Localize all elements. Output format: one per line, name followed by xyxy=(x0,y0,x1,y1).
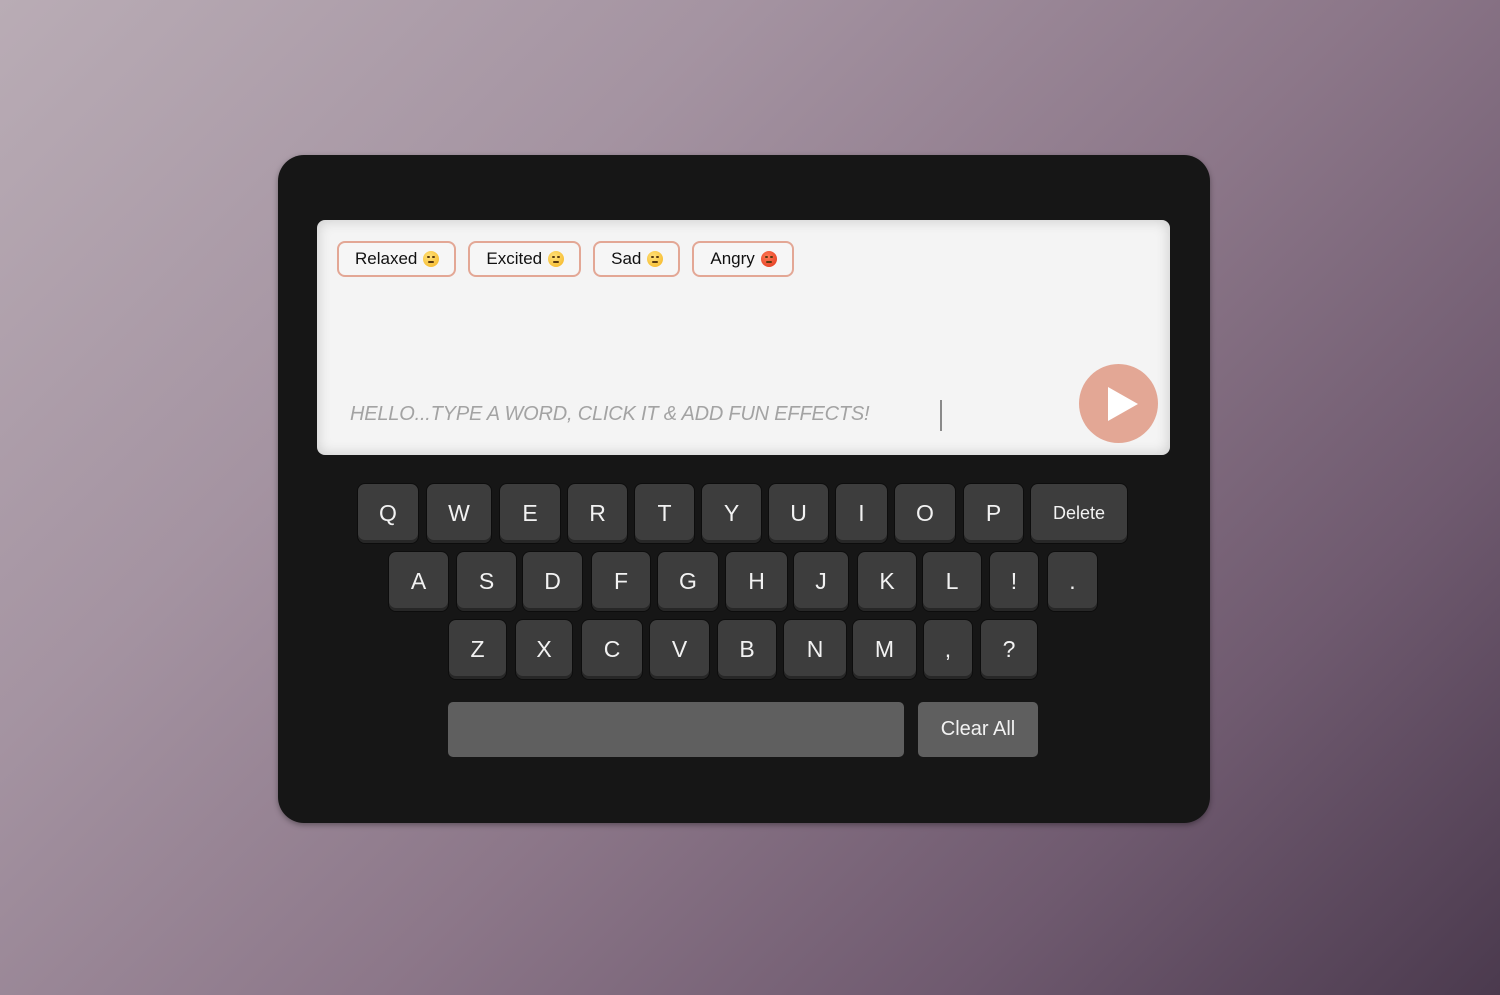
text-input-placeholder[interactable]: HELLO...TYPE A WORD, CLICK IT & ADD FUN … xyxy=(350,403,870,426)
key-g[interactable]: G xyxy=(658,552,718,611)
pensive-face-icon xyxy=(647,251,664,267)
key-j[interactable]: J xyxy=(794,552,848,611)
key-q[interactable]: Q xyxy=(358,484,418,543)
mood-angry-button[interactable]: Angry xyxy=(692,241,794,277)
key-v[interactable]: V xyxy=(650,620,709,679)
key-d[interactable]: D xyxy=(523,552,582,611)
key-m[interactable]: M xyxy=(853,620,916,679)
text-display[interactable]: Relaxed Excited Sad Angry HELLO...TYPE A… xyxy=(317,220,1170,455)
key-o[interactable]: O xyxy=(895,484,955,543)
key-l[interactable]: L xyxy=(923,552,981,611)
play-button[interactable] xyxy=(1079,364,1158,443)
key-period[interactable]: . xyxy=(1048,552,1097,611)
text-cursor xyxy=(940,400,942,431)
key-s[interactable]: S xyxy=(457,552,516,611)
space-key[interactable] xyxy=(448,702,904,757)
grinning-face-icon xyxy=(548,251,565,267)
relieved-face-icon xyxy=(423,251,440,267)
key-c[interactable]: C xyxy=(582,620,642,679)
key-f[interactable]: F xyxy=(592,552,650,611)
key-p[interactable]: P xyxy=(964,484,1023,543)
mood-excited-button[interactable]: Excited xyxy=(468,241,582,277)
key-r[interactable]: R xyxy=(568,484,627,543)
key-exclamation[interactable]: ! xyxy=(990,552,1038,611)
key-h[interactable]: H xyxy=(726,552,787,611)
key-i[interactable]: I xyxy=(836,484,887,543)
key-a[interactable]: A xyxy=(389,552,448,611)
play-icon xyxy=(1108,387,1138,421)
key-z[interactable]: Z xyxy=(449,620,506,679)
key-n[interactable]: N xyxy=(784,620,846,679)
key-b[interactable]: B xyxy=(718,620,776,679)
mood-relaxed-button[interactable]: Relaxed xyxy=(337,241,457,277)
key-e[interactable]: E xyxy=(500,484,560,543)
key-comma[interactable]: , xyxy=(924,620,972,679)
mood-sad-button[interactable]: Sad xyxy=(593,241,681,277)
key-k[interactable]: K xyxy=(858,552,916,611)
key-delete[interactable]: Delete xyxy=(1031,484,1127,543)
keyboard-device: Relaxed Excited Sad Angry HELLO...TYPE A… xyxy=(278,155,1210,823)
key-question[interactable]: ? xyxy=(981,620,1037,679)
key-w[interactable]: W xyxy=(427,484,491,543)
key-x[interactable]: X xyxy=(516,620,572,679)
key-u[interactable]: U xyxy=(769,484,828,543)
mood-label: Excited xyxy=(486,249,543,268)
mood-label: Sad xyxy=(611,249,642,268)
mood-label: Angry xyxy=(710,249,755,268)
key-t[interactable]: T xyxy=(635,484,694,543)
clear-all-button[interactable]: Clear All xyxy=(918,702,1038,757)
mood-selector: Relaxed Excited Sad Angry xyxy=(337,241,794,277)
key-y[interactable]: Y xyxy=(702,484,761,543)
mood-label: Relaxed xyxy=(355,249,418,268)
angry-face-icon xyxy=(760,251,777,267)
